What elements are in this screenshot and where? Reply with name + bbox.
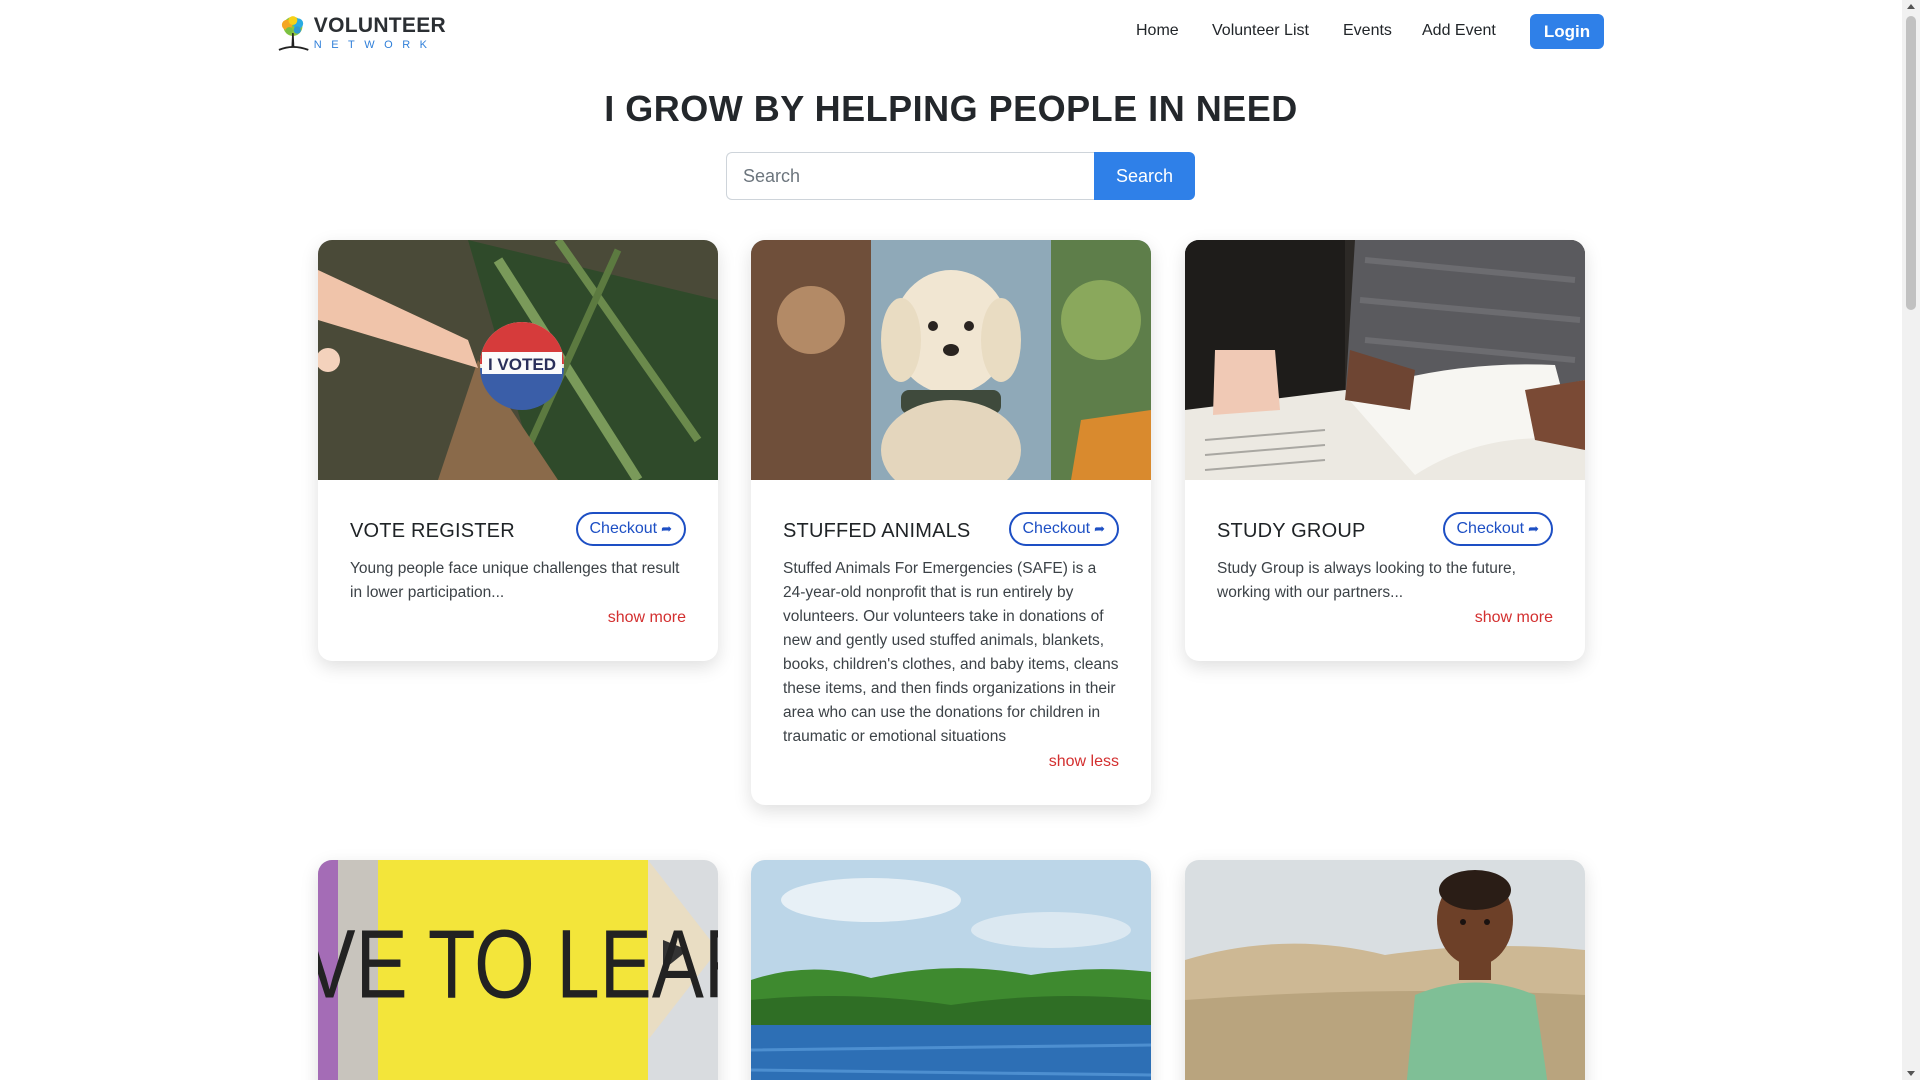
show-more-link[interactable]: show more bbox=[350, 609, 686, 627]
login-button[interactable]: Login bbox=[1530, 14, 1604, 49]
share-arrow-icon: ➦ bbox=[661, 521, 672, 536]
scroll-up-arrow-icon[interactable] bbox=[1907, 4, 1915, 9]
nav-add-event[interactable]: Add Event bbox=[1422, 22, 1496, 40]
card-description: Stuffed Animals For Emergencies (SAFE) i… bbox=[783, 560, 1119, 745]
book-study-image bbox=[1185, 240, 1585, 480]
event-card: STUFFED ANIMALS Checkout ➦ Stuffed Anima… bbox=[751, 240, 1151, 805]
card-image-love-to-learn: LOVE TO LEARN bbox=[318, 860, 718, 1080]
page-headline: I GROW BY HELPING PEOPLE IN NEED bbox=[604, 88, 1298, 129]
event-card bbox=[751, 860, 1151, 1080]
svg-text:I VOTED: I VOTED bbox=[488, 355, 556, 374]
card-image-vote: I VOTED bbox=[318, 240, 718, 480]
event-card: STUDY GROUP Checkout ➦ Study Group is al… bbox=[1185, 240, 1585, 661]
river-landscape-image bbox=[751, 860, 1151, 1080]
vertical-scrollbar[interactable] bbox=[1902, 0, 1920, 1080]
share-arrow-icon: ➦ bbox=[1528, 521, 1539, 536]
checkout-label: Checkout bbox=[1022, 520, 1091, 537]
card-description: Young people face unique challenges that… bbox=[350, 560, 680, 601]
love-to-learn-pencil-image: LOVE TO LEARN bbox=[318, 860, 718, 1080]
i-voted-sticker-image: I VOTED bbox=[318, 240, 718, 480]
show-more-link[interactable]: show more bbox=[1217, 609, 1553, 627]
card-image-stuffed-animals bbox=[751, 240, 1151, 480]
event-card: I VOTED VOTE REGISTER Checkout ➦ Young p… bbox=[318, 240, 718, 661]
scroll-down-arrow-icon[interactable] bbox=[1907, 1071, 1915, 1076]
share-arrow-icon: ➦ bbox=[1094, 521, 1105, 536]
search-input[interactable] bbox=[726, 152, 1094, 200]
card-description: Study Group is always looking to the fut… bbox=[1217, 560, 1516, 601]
nav-volunteer-list[interactable]: Volunteer List bbox=[1212, 22, 1309, 40]
pencil-image-text: LOVE TO LEARN bbox=[318, 909, 718, 1018]
child-portrait-image bbox=[1185, 860, 1585, 1080]
checkout-button[interactable]: Checkout ➦ bbox=[1442, 512, 1553, 546]
checkout-label: Checkout bbox=[589, 520, 658, 537]
card-image-study-group bbox=[1185, 240, 1585, 480]
card-image-child bbox=[1185, 860, 1585, 1080]
checkout-button[interactable]: Checkout ➦ bbox=[575, 512, 686, 546]
event-card bbox=[1185, 860, 1585, 1080]
show-less-link[interactable]: show less bbox=[783, 753, 1119, 771]
dog-image bbox=[751, 240, 1151, 480]
nav-home[interactable]: Home bbox=[1136, 22, 1179, 40]
search-button[interactable]: Search bbox=[1094, 152, 1195, 200]
page: VOLUNTEER NETWORK Home Volunteer List Ev… bbox=[0, 0, 1902, 1080]
event-card: LOVE TO LEARN bbox=[318, 860, 718, 1080]
card-image-river bbox=[751, 860, 1151, 1080]
nav-events[interactable]: Events bbox=[1343, 22, 1392, 40]
scrollbar-thumb[interactable] bbox=[1906, 16, 1916, 310]
navbar: Home Volunteer List Events Add Event bbox=[0, 14, 1902, 50]
checkout-button[interactable]: Checkout ➦ bbox=[1008, 512, 1119, 546]
checkout-label: Checkout bbox=[1456, 520, 1525, 537]
search-bar: Search bbox=[726, 152, 1195, 200]
